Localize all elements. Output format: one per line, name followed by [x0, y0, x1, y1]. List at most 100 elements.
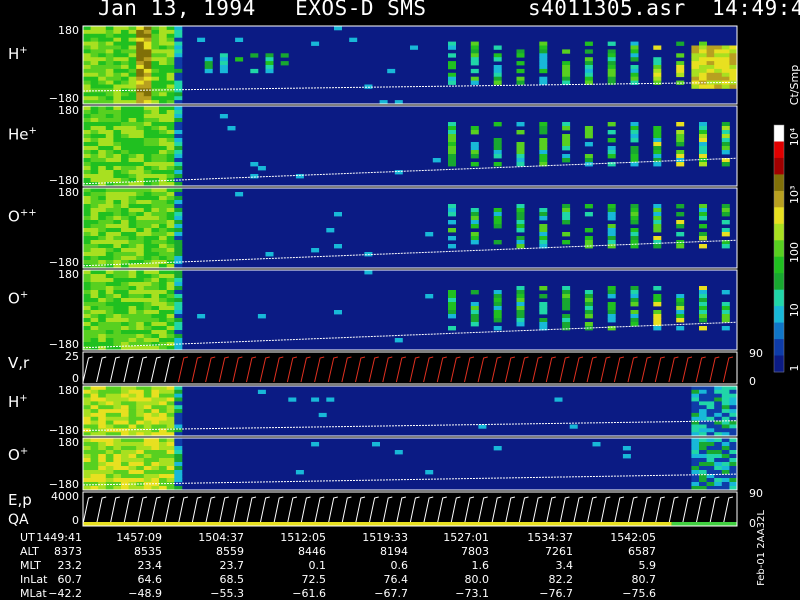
- heatmap-cell: [151, 409, 160, 414]
- orbit-cell: 3.4: [556, 559, 574, 572]
- heatmap-cell: [90, 138, 99, 143]
- heatmap-cell: [691, 84, 700, 89]
- orbit-cell: 8535: [134, 545, 162, 558]
- heatmap-cell: [143, 330, 152, 335]
- heatmap-cell: [90, 389, 99, 394]
- heatmap-cell: [584, 322, 593, 327]
- heatmap-cell: [326, 397, 335, 402]
- orbit-cell: −67.7: [374, 587, 408, 600]
- heatmap-cell: [166, 96, 175, 101]
- heatmap-cell: [493, 224, 502, 229]
- heatmap-cell: [166, 208, 175, 213]
- heatmap-cell: [121, 278, 129, 283]
- heatmap-cell: [105, 278, 114, 283]
- heatmap-cell: [83, 114, 91, 119]
- heatmap-cell: [121, 138, 129, 143]
- heatmap-cell: [691, 57, 700, 62]
- heatmap-cell: [470, 80, 479, 85]
- heatmap-cell: [159, 204, 167, 209]
- heatmap-cell: [174, 88, 183, 93]
- heatmap-cell: [166, 26, 175, 31]
- panel-4: 180−180O+: [8, 268, 738, 351]
- heatmap-cell: [159, 122, 167, 127]
- heatmap-cell: [493, 290, 502, 295]
- y-tick-top: 180: [58, 268, 79, 281]
- heatmap-cell: [159, 72, 167, 78]
- heatmap-cell: [653, 228, 662, 233]
- heatmap-cell: [128, 256, 137, 261]
- heatmap-cell: [166, 482, 175, 487]
- heatmap-cell: [113, 409, 122, 414]
- heatmap-cell: [729, 393, 738, 398]
- heatmap-cell: [113, 446, 122, 451]
- heatmap-cell: [121, 142, 129, 147]
- heatmap-cell: [151, 154, 160, 159]
- heatmap-cell: [174, 84, 183, 89]
- heatmap-cell: [105, 53, 114, 58]
- heatmap-cell: [691, 442, 700, 447]
- heatmap-cell: [113, 200, 122, 205]
- heatmap-cell: [653, 45, 662, 50]
- heatmap-cell: [699, 318, 707, 323]
- heatmap-cell: [448, 72, 456, 78]
- heatmap-cell: [699, 393, 707, 398]
- heatmap-cell: [90, 470, 99, 475]
- heatmap-cell: [721, 302, 730, 307]
- heatmap-cell: [143, 130, 152, 135]
- heatmap-cell: [257, 166, 266, 171]
- heatmap-cell: [113, 212, 122, 217]
- heatmap-cell: [143, 474, 152, 479]
- heatmap-cell: [143, 424, 152, 429]
- heatmap-cell: [136, 386, 145, 391]
- heatmap-cell: [113, 458, 122, 463]
- heatmap-cell: [204, 68, 213, 74]
- heatmap-cell: [493, 142, 502, 147]
- heatmap-cell: [105, 282, 114, 287]
- heatmap-cell: [98, 80, 107, 85]
- heatmap-cell: [622, 446, 631, 451]
- heatmap-cell: [295, 174, 304, 179]
- heatmap-cell: [121, 470, 129, 475]
- heatmap-cell: [159, 405, 167, 410]
- y-tick-bottom: 0: [72, 514, 79, 527]
- heatmap-cell: [174, 114, 183, 119]
- heatmap-cell: [143, 204, 152, 209]
- heatmap-cell: [83, 393, 91, 398]
- heatmap-cell: [539, 236, 548, 241]
- heatmap-cell: [136, 57, 145, 62]
- heatmap-cell: [470, 68, 479, 74]
- heatmap-cell: [721, 162, 730, 167]
- heatmap-cell: [128, 106, 137, 111]
- heatmap-cell: [98, 256, 107, 261]
- heatmap-cell: [113, 298, 122, 303]
- heatmap-cell: [630, 286, 639, 291]
- heatmap-cell: [90, 92, 99, 97]
- heatmap-cell: [128, 114, 137, 119]
- heatmap-cell: [151, 65, 160, 70]
- heatmap-cell: [83, 146, 91, 151]
- heatmap-cell: [113, 282, 122, 287]
- heatmap-cell: [607, 310, 616, 315]
- heatmap-cell: [699, 150, 707, 155]
- heatmap-cell: [562, 294, 571, 299]
- heatmap-cell: [699, 397, 707, 402]
- colorbar-swatch: [774, 322, 784, 340]
- heatmap-cell: [721, 454, 730, 459]
- heatmap-cell: [128, 420, 137, 425]
- orbit-cell: 82.2: [549, 573, 574, 586]
- heatmap-cell: [706, 470, 715, 475]
- heatmap-cell: [470, 314, 479, 319]
- heatmap-cell: [113, 138, 122, 143]
- heatmap-cell: [90, 386, 99, 391]
- heatmap-cell: [470, 150, 479, 155]
- heatmap-cell: [630, 65, 639, 70]
- heatmap-cell: [128, 428, 137, 433]
- heatmap-cell: [90, 80, 99, 85]
- heatmap-cell: [516, 306, 525, 311]
- heatmap-cell: [174, 208, 183, 213]
- heatmap-cell: [90, 224, 99, 229]
- heatmap-cell: [448, 41, 456, 46]
- heatmap-cell: [174, 122, 183, 127]
- heatmap-cell: [721, 244, 730, 249]
- heatmap-cell: [105, 393, 114, 398]
